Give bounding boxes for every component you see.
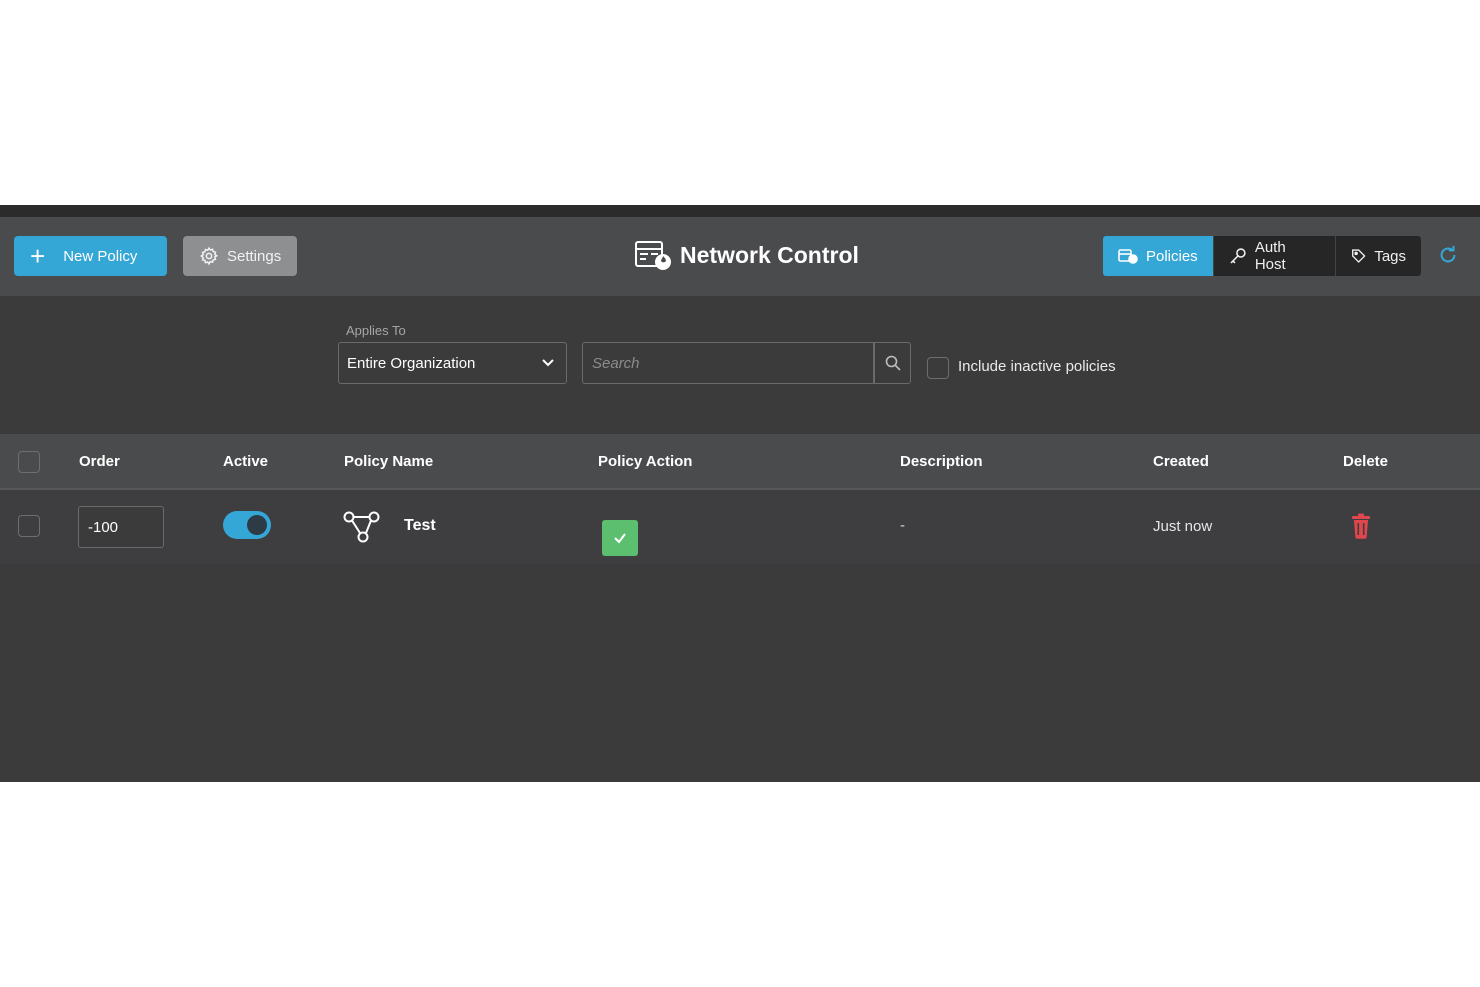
refresh-icon[interactable] xyxy=(1437,244,1459,266)
column-header-order[interactable]: Order xyxy=(79,453,120,470)
active-toggle[interactable] xyxy=(223,511,271,539)
tab-auth-host-label: Auth Host xyxy=(1254,239,1286,273)
include-inactive-checkbox[interactable] xyxy=(927,357,949,379)
order-input[interactable] xyxy=(78,506,164,548)
nav-tabs: Policies Auth Host Tags xyxy=(1103,236,1421,276)
created-cell: Just now xyxy=(1153,518,1213,535)
column-header-active[interactable]: Active xyxy=(223,453,268,470)
top-header: + New Policy Settings Network Control Po… xyxy=(0,217,1480,296)
tab-tags-label: Tags xyxy=(1374,247,1406,265)
network-control-app: + New Policy Settings Network Control Po… xyxy=(0,205,1480,782)
applies-to-select[interactable]: Entire Organization xyxy=(338,342,567,384)
column-header-policy-name[interactable]: Policy Name xyxy=(344,453,433,470)
search-icon xyxy=(885,355,901,371)
network-control-icon xyxy=(635,241,671,270)
plus-icon: + xyxy=(30,241,46,271)
column-header-created[interactable]: Created xyxy=(1153,453,1209,470)
include-inactive-label: Include inactive policies xyxy=(958,358,1116,375)
gear-icon xyxy=(200,246,218,266)
chevron-down-icon xyxy=(542,359,554,367)
tab-tags[interactable]: Tags xyxy=(1336,236,1421,276)
table-header: Order Active Policy Name Policy Action D… xyxy=(0,434,1480,490)
new-policy-label: New Policy xyxy=(63,247,138,265)
title-text: Network Control xyxy=(680,241,859,268)
trash-icon[interactable] xyxy=(1350,513,1372,539)
row-checkbox[interactable] xyxy=(18,515,40,537)
policy-name-link[interactable]: Test xyxy=(404,517,436,535)
column-header-policy-action[interactable]: Policy Action xyxy=(598,453,692,470)
search-button[interactable] xyxy=(874,342,911,384)
search-input[interactable] xyxy=(582,342,874,384)
policies-icon xyxy=(1118,249,1138,264)
new-policy-button[interactable]: + New Policy xyxy=(14,236,167,276)
tag-icon xyxy=(1352,249,1366,263)
tab-policies-label: Policies xyxy=(1146,247,1198,265)
column-header-description[interactable]: Description xyxy=(900,453,983,470)
key-icon xyxy=(1230,248,1246,264)
select-all-checkbox[interactable] xyxy=(18,451,40,473)
settings-label: Settings xyxy=(227,247,282,265)
toggle-knob xyxy=(247,515,267,535)
tab-policies[interactable]: Policies xyxy=(1103,236,1214,276)
policy-action-allow-badge xyxy=(602,520,638,556)
network-nodes-icon xyxy=(343,511,380,543)
applies-to-value: Entire Organization xyxy=(347,354,476,372)
description-cell: - xyxy=(900,517,905,534)
page-title: Network Control xyxy=(634,239,859,271)
tab-auth-host[interactable]: Auth Host xyxy=(1214,236,1336,276)
applies-to-label: Applies To xyxy=(346,323,406,338)
column-header-delete: Delete xyxy=(1343,453,1389,470)
table-row xyxy=(0,490,1480,564)
checkmark-icon xyxy=(614,533,626,544)
settings-button[interactable]: Settings xyxy=(183,236,297,276)
